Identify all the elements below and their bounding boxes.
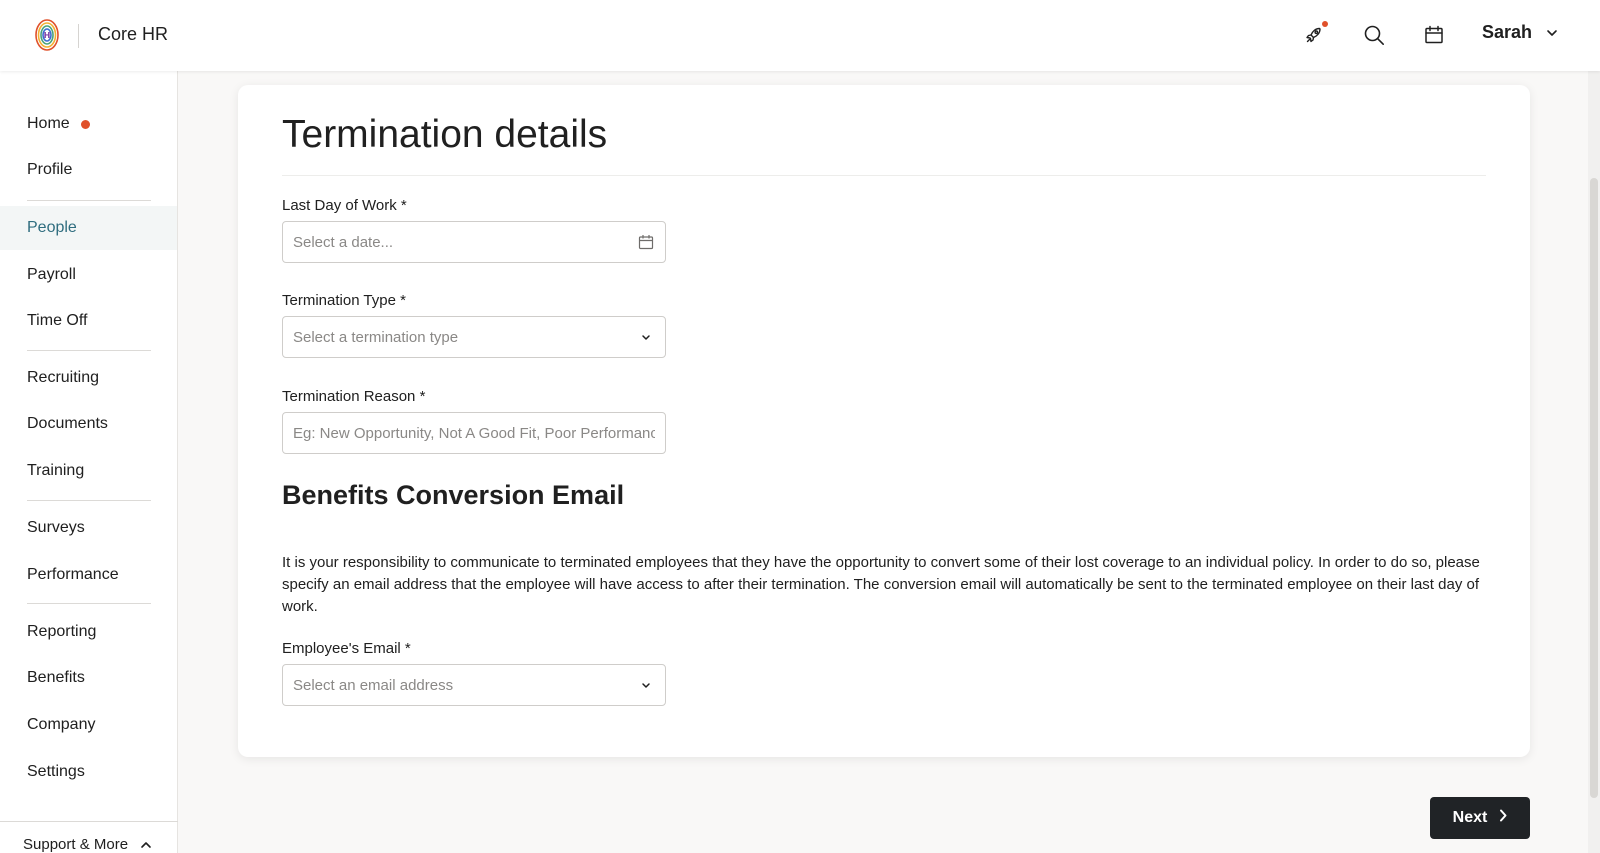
sidebar-item-home[interactable]: Home xyxy=(0,102,177,146)
chevron-down-icon xyxy=(1546,24,1558,42)
title-divider xyxy=(282,175,1486,176)
scrollbar-thumb[interactable] xyxy=(1590,178,1598,798)
termination-type-select[interactable]: Select a termination type xyxy=(282,316,666,358)
termination-reason-placeholder: Eg: New Opportunity, Not A Good Fit, Poo… xyxy=(293,424,655,442)
employee-email-select[interactable]: Select an email address xyxy=(282,664,666,706)
sidebar-item-label: Home xyxy=(27,115,70,132)
sidebar-item-label: Settings xyxy=(27,763,85,780)
notification-dot xyxy=(80,119,90,129)
rocket-icon[interactable] xyxy=(1300,21,1328,49)
sidebar-item-payroll[interactable]: Payroll xyxy=(0,253,177,297)
support-label: Support & More xyxy=(23,836,129,853)
sidebar-item-performance[interactable]: Performance xyxy=(0,553,177,597)
notification-dot xyxy=(1322,21,1328,27)
sidebar-item-reporting[interactable]: Reporting xyxy=(0,610,177,654)
sidebar: Home Profile People Payroll Time Off Rec… xyxy=(0,71,178,853)
sidebar-item-training[interactable]: Training xyxy=(0,449,177,493)
last-day-date-picker[interactable]: Select a date... xyxy=(282,221,666,263)
svg-text:H: H xyxy=(44,31,51,40)
next-button-label: Next xyxy=(1452,809,1488,826)
search-icon[interactable] xyxy=(1360,21,1388,49)
termination-type-label: Termination Type * xyxy=(282,292,406,309)
employee-email-placeholder: Select an email address xyxy=(293,676,454,694)
sidebar-item-profile[interactable]: Profile xyxy=(0,148,177,192)
sidebar-item-label: Training xyxy=(27,462,85,479)
sidebar-item-label: Company xyxy=(27,716,96,733)
page-title: Termination details xyxy=(282,113,608,156)
sidebar-item-label: Recruiting xyxy=(27,369,100,386)
chevron-up-icon xyxy=(140,836,152,853)
chevron-right-icon xyxy=(1499,809,1507,827)
user-name: Sarah xyxy=(1482,22,1533,42)
termination-form-card: Termination details Last Day of Work * S… xyxy=(238,85,1530,757)
sidebar-item-people[interactable]: People xyxy=(0,206,177,250)
sidebar-item-settings[interactable]: Settings xyxy=(0,750,177,794)
sidebar-item-benefits[interactable]: Benefits xyxy=(0,656,177,700)
sidebar-item-label: Reporting xyxy=(27,623,97,640)
sidebar-item-recruiting[interactable]: Recruiting xyxy=(0,356,177,400)
app-logo-icon[interactable]: H xyxy=(34,17,60,53)
calendar-icon xyxy=(637,233,655,251)
nav-divider xyxy=(27,500,151,501)
logo-divider xyxy=(78,24,79,48)
sidebar-item-surveys[interactable]: Surveys xyxy=(0,506,177,550)
sidebar-item-label: People xyxy=(27,219,77,236)
app-name: Core HR xyxy=(98,24,169,44)
support-divider xyxy=(0,821,178,822)
top-bar: H Core HR Sarah xyxy=(0,0,1600,71)
next-button[interactable]: Next xyxy=(1430,797,1530,839)
benefits-section-title: Benefits Conversion Email xyxy=(282,480,625,510)
nav-divider xyxy=(27,603,151,604)
chevron-down-icon xyxy=(637,328,655,346)
user-menu[interactable]: Sarah xyxy=(1482,22,1558,43)
termination-reason-label: Termination Reason * xyxy=(282,388,426,405)
sidebar-item-company[interactable]: Company xyxy=(0,703,177,747)
nav-divider xyxy=(27,350,151,351)
sidebar-item-label: Performance xyxy=(27,566,119,583)
sidebar-item-label: Documents xyxy=(27,415,108,432)
benefits-description: It is your responsibility to communicate… xyxy=(282,554,1480,615)
termination-reason-input[interactable]: Eg: New Opportunity, Not A Good Fit, Poo… xyxy=(282,412,666,454)
nav-divider xyxy=(27,200,151,201)
sidebar-item-label: Profile xyxy=(27,161,73,178)
sidebar-item-label: Benefits xyxy=(27,669,85,686)
chevron-down-icon xyxy=(637,676,655,694)
last-day-placeholder: Select a date... xyxy=(293,233,394,251)
sidebar-item-label: Payroll xyxy=(27,266,76,283)
sidebar-item-documents[interactable]: Documents xyxy=(0,402,177,446)
termination-type-placeholder: Select a termination type xyxy=(293,328,459,346)
employee-email-label: Employee's Email * xyxy=(282,640,411,657)
sidebar-item-label: Surveys xyxy=(27,519,85,536)
last-day-label: Last Day of Work * xyxy=(282,197,407,214)
calendar-icon[interactable] xyxy=(1420,21,1448,49)
sidebar-item-label: Time Off xyxy=(27,312,88,329)
support-more-toggle[interactable]: Support & More xyxy=(23,836,152,853)
sidebar-item-time-off[interactable]: Time Off xyxy=(0,299,177,343)
